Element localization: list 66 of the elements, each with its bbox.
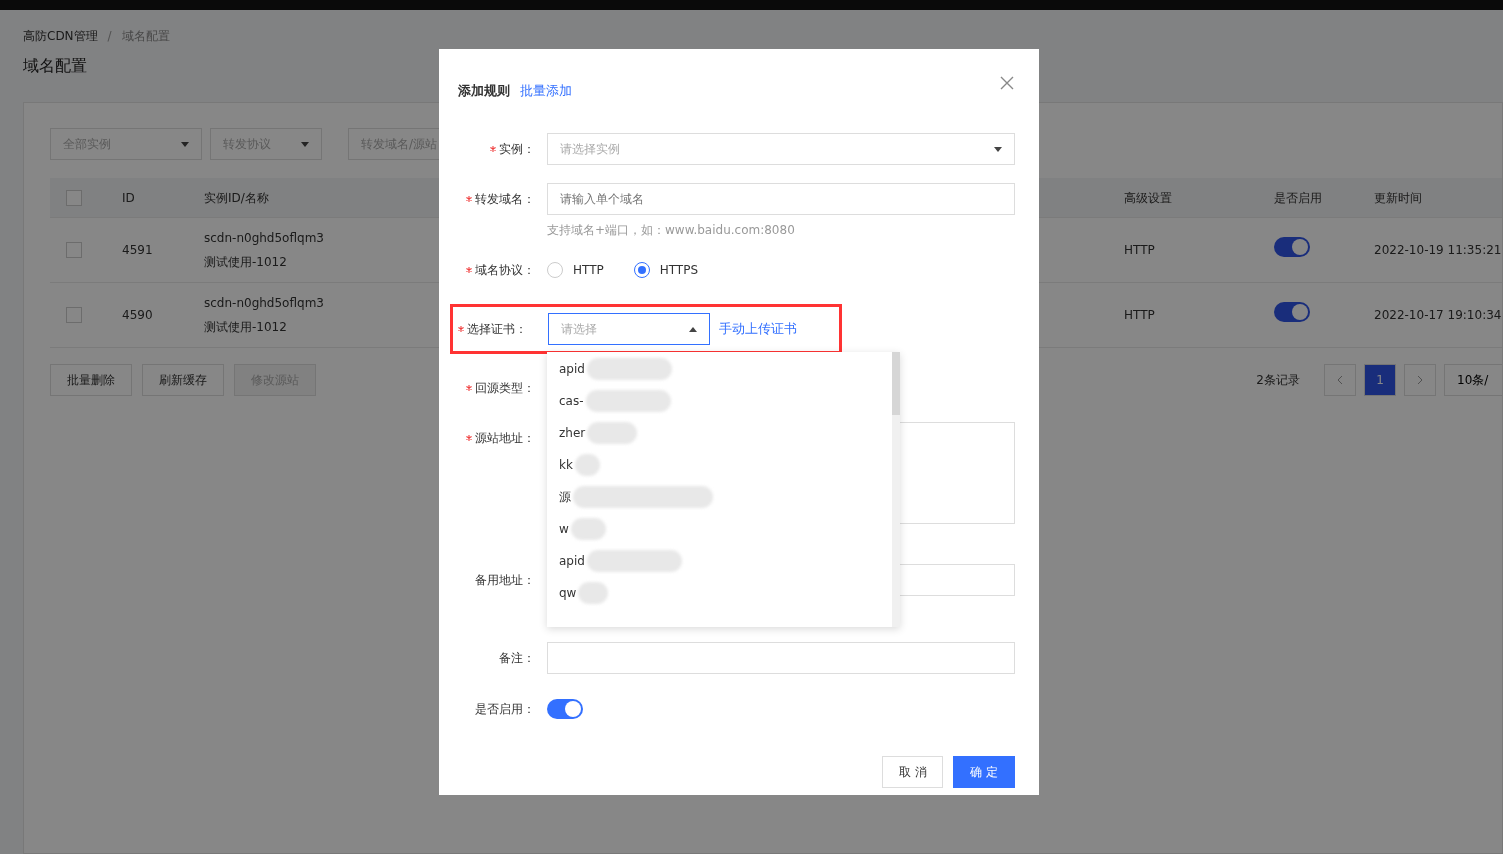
caret-icon — [689, 326, 697, 332]
table-cell-text: 2022-10-19 11:35:21 — [1373, 242, 1502, 259]
breadcrumb-separator: / — [107, 29, 112, 43]
batch-add-link[interactable]: 批量添加 — [520, 82, 572, 100]
field-label: 选择证书： — [467, 320, 527, 338]
caret-icon — [994, 146, 1002, 152]
chevron-left-icon — [1337, 375, 1343, 385]
table-cell-text: 4591 — [121, 242, 154, 259]
text-field[interactable] — [547, 642, 1015, 674]
page-size-select[interactable]: 10条/ — [1444, 364, 1502, 396]
table-cell: scdn-n0ghd5oflqm3 — [204, 231, 324, 245]
column-header: 是否启用 — [1274, 190, 1322, 205]
radio-option[interactable]: HTTP — [547, 262, 604, 278]
caret-icon — [181, 141, 189, 147]
dropdown-option[interactable]: qw — [559, 586, 577, 600]
table-cell: 测试使用-1012 — [204, 320, 287, 334]
table-cell-text: 2022-10-17 19:10:34 — [1373, 307, 1502, 324]
field-hint: 支持域名+端口，如：www.baidu.com:8080 — [547, 222, 796, 239]
field-label: 域名协议： — [475, 261, 535, 279]
table-cell-text: HTTP — [1123, 307, 1156, 324]
cancel-button[interactable]: 取消 — [882, 756, 943, 788]
column-header: 实例ID/名称 — [204, 190, 269, 205]
toggle-switch[interactable] — [1274, 237, 1310, 257]
action-button[interactable]: 刷新缓存 — [142, 364, 224, 396]
next-page-button[interactable] — [1404, 364, 1436, 396]
dropdown-option[interactable]: apid — [559, 362, 585, 376]
table-cell-text: 4590 — [121, 307, 154, 324]
field-label: 回源类型： — [475, 379, 535, 397]
dropdown-option[interactable]: w — [559, 522, 569, 536]
text-field[interactable]: 请输入单个域名 — [547, 183, 1015, 215]
checkbox[interactable] — [66, 189, 82, 206]
dropdown-option[interactable]: zher — [559, 426, 586, 440]
field-label: 实例： — [499, 140, 535, 158]
table-cell: 测试使用-1012 — [204, 255, 287, 269]
upload-link[interactable]: 手动上传证书 — [719, 320, 797, 338]
dropdown-option[interactable]: cas- — [559, 394, 584, 408]
close-icon[interactable] — [999, 75, 1015, 91]
field-label: 备用地址： — [475, 571, 535, 589]
caret-icon — [301, 141, 309, 147]
confirm-button[interactable]: 确定 — [953, 756, 1015, 788]
table-cell-text: HTTP — [1123, 242, 1156, 259]
page-button[interactable]: 1 — [1364, 364, 1396, 396]
dropdown-option[interactable]: kk — [559, 458, 573, 472]
column-header: ID — [122, 190, 135, 205]
dropdown-option[interactable]: 源 — [559, 488, 571, 506]
dropdown-option[interactable]: apid — [559, 554, 585, 568]
record-count: 2条记录 — [1256, 371, 1300, 389]
field-label: 源站地址： — [475, 429, 535, 447]
column-header: 更新时间 — [1374, 190, 1422, 205]
toggle-switch[interactable] — [1274, 302, 1310, 322]
field-label: 是否启用： — [475, 700, 535, 718]
dialog-title: 添加规则 — [458, 82, 510, 100]
checkbox[interactable] — [66, 307, 82, 323]
page-title: 域名配置 — [23, 56, 87, 75]
table-cell: scdn-n0ghd5oflqm3 — [204, 296, 324, 310]
toggle-switch[interactable] — [547, 698, 583, 719]
breadcrumb-item[interactable]: 高防CDN管理 — [23, 27, 98, 45]
checkbox[interactable] — [66, 242, 82, 258]
prev-page-button[interactable] — [1324, 364, 1356, 396]
field-label: 转发域名： — [475, 190, 535, 208]
scrollbar[interactable] — [892, 352, 900, 627]
radio-option[interactable]: HTTPS — [633, 262, 699, 278]
field-label: 备注： — [499, 649, 535, 667]
chevron-right-icon — [1417, 375, 1423, 385]
action-button[interactable]: 批量删除 — [50, 364, 132, 396]
column-header: 高级设置 — [1124, 190, 1172, 205]
